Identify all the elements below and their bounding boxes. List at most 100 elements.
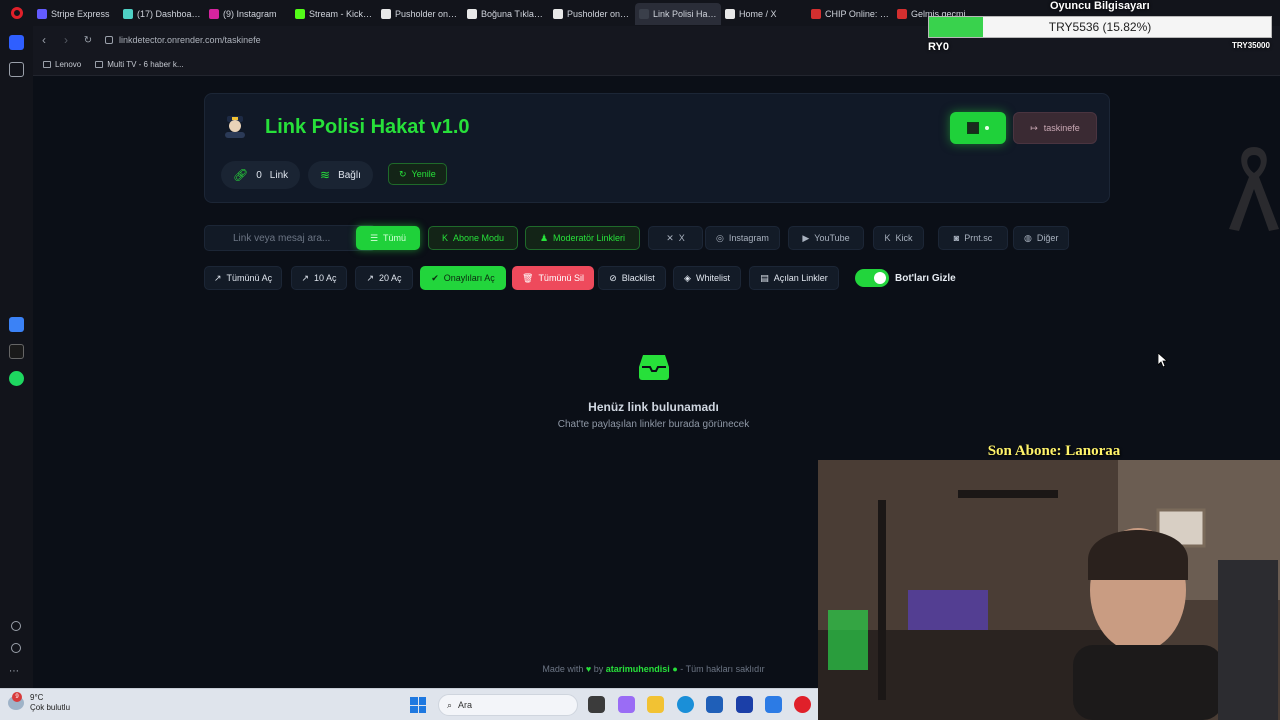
logout-icon: ↦ [1030, 122, 1038, 133]
aria-icon[interactable] [9, 317, 24, 332]
logout-button[interactable]: ↦ taskinefe [1013, 112, 1097, 144]
store-icon[interactable] [706, 696, 723, 713]
filter-instagram[interactable]: ◎ Instagram [705, 226, 780, 250]
browser-tab[interactable]: Stripe Express [33, 3, 119, 25]
webcam-feed [818, 460, 1280, 720]
avatar-button[interactable] [950, 112, 1006, 144]
bookmark-lenovo[interactable]: Lenovo [43, 60, 81, 69]
refresh-button[interactable]: ↻ Yenile [388, 163, 447, 185]
windows-start-icon[interactable] [410, 697, 426, 713]
back-button[interactable]: ‹ [33, 29, 55, 51]
action-icon: ✔ [431, 272, 439, 283]
search-input[interactable] [204, 225, 376, 251]
browser-sidebar: ⋯ [0, 26, 33, 688]
filter-moderat-r-linkleri[interactable]: ♟ Moderatör Linkleri [525, 226, 640, 250]
opera-logo-icon[interactable] [0, 0, 33, 26]
home-icon[interactable] [9, 35, 24, 50]
outlook-icon[interactable] [765, 696, 782, 713]
browser-tab[interactable]: Home / X [721, 3, 807, 25]
spotify-icon[interactable] [9, 371, 24, 386]
mouse-cursor-icon [1158, 353, 1168, 367]
filter-kick[interactable]: K Kick [873, 226, 924, 250]
tab-favicon-icon [295, 9, 305, 19]
windows-taskbar: 9 9°C Çok bulutlu ⌕ Ara [0, 688, 818, 720]
browser-tab[interactable]: Pusholder on X: "C [549, 3, 635, 25]
browser-tab[interactable]: (9) Instagram [205, 3, 291, 25]
hide-bots-toggle[interactable] [855, 269, 889, 287]
empty-state-title: Henüz link bulunamadı [588, 400, 719, 414]
empty-state-subtitle: Chat'te paylaşılan linkler burada görüne… [557, 419, 750, 430]
tab-favicon-icon [381, 9, 391, 19]
filter-icon: ☰ [369, 232, 379, 243]
action-t-m-n-a-[interactable]: ↗ Tümünü Aç [204, 266, 283, 290]
bookmark-multi-tv[interactable]: Multi TV - 6 haber k... [95, 60, 184, 69]
heart-icon: ♥ [585, 664, 592, 674]
browser-tab[interactable]: Link Polisi Hakat v1.0 [635, 3, 721, 25]
app-title: Link Polisi Hakat v1.0 [265, 116, 470, 138]
filter-abone-modu[interactable]: K Abone Modu [428, 226, 518, 250]
tab-label: Pusholder on X: "C [567, 9, 631, 19]
browser-tab[interactable]: Stream - Kick Dash [291, 3, 377, 25]
reload-button[interactable]: ↻ [77, 29, 99, 51]
browser-tab[interactable]: CHIP Online: Bilişi [807, 3, 893, 25]
filter-prnt-sc[interactable]: ◙ Prnt.sc [938, 226, 1008, 250]
heart-icon[interactable] [11, 621, 21, 631]
avatar [967, 122, 979, 134]
action-a-lan-linkler[interactable]: ▤ Açılan Linkler [749, 266, 839, 290]
forward-button[interactable]: › [55, 29, 77, 51]
footer-author-link[interactable]: atarimuhendisi [606, 664, 670, 674]
more-icon[interactable]: ⋯ [9, 666, 24, 681]
action-20-a-[interactable]: ↗ 20 Aç [355, 266, 413, 290]
file-explorer-icon[interactable] [647, 696, 664, 713]
action-t-m-n-sil[interactable]: 🗑︎ Tümünü Sil [512, 266, 594, 290]
copilot-icon[interactable] [618, 696, 635, 713]
filter-icon: ◎ [716, 232, 724, 243]
filter-label: Diğer [1036, 233, 1059, 243]
filter-label: X [678, 233, 685, 243]
weather-widget[interactable]: 9 9°C Çok bulutlu [8, 692, 70, 713]
filter-x[interactable]: ✕ X [648, 226, 703, 250]
action-icon: ↗ [366, 272, 374, 283]
filter-t-m-[interactable]: ☰ Tümü [356, 226, 420, 250]
action-onayl-lar-a-[interactable]: ✔ Onaylıları Aç [420, 266, 506, 290]
filter-di-er[interactable]: ◍ Diğer [1013, 226, 1070, 250]
filter-icon: ♟ [539, 232, 549, 243]
url-text: linkdetector.onrender.com/taskinefe [119, 35, 261, 45]
filter-youtube[interactable]: ▶ YouTube [788, 226, 864, 250]
action-10-a-[interactable]: ↗ 10 Aç [291, 266, 347, 290]
inbox-icon [639, 355, 669, 380]
action-label: 10 Aç [314, 273, 337, 283]
app-header-card: Link Polisi Hakat v1.0 🔗︎ 0 Link ≋ Bağlı… [204, 93, 1110, 203]
star-icon[interactable] [9, 62, 24, 77]
action-icon: 🗑︎ [522, 272, 534, 283]
x-app-icon[interactable] [9, 344, 24, 359]
link-count: 0 [256, 169, 262, 181]
filter-icon: K [884, 233, 891, 243]
filter-icon: ✕ [666, 232, 674, 243]
history-icon[interactable] [11, 643, 21, 653]
goal-title: Oyuncu Bilgisayarı [1050, 0, 1150, 12]
action-label: Açılan Linkler [773, 273, 828, 283]
filter-icon: K [441, 233, 448, 243]
action-blacklist[interactable]: ⊘ Blacklist [598, 266, 666, 290]
tab-favicon-icon [209, 9, 219, 19]
filter-label: YouTube [814, 233, 850, 243]
connection-status-pill: ≋ Bağlı [308, 161, 373, 189]
action-label: Tümünü Sil [538, 273, 584, 283]
footer: Made with ♥ by atarimuhendisi ● - Tüm ha… [542, 664, 765, 674]
browser-tab[interactable]: (17) Dashboard / S [119, 3, 205, 25]
cloud-icon: 9 [8, 692, 24, 710]
bookmarks-bar: Lenovo Multi TV - 6 haber k... [33, 54, 1280, 76]
notification-badge: 9 [12, 692, 22, 702]
opera-taskbar-icon[interactable] [794, 696, 811, 713]
url-field[interactable]: linkdetector.onrender.com/taskinefe [105, 35, 261, 45]
browser-tab[interactable]: Pusholder on X: "Y [377, 3, 463, 25]
taskbar-search[interactable]: ⌕ Ara [438, 694, 578, 716]
l-app-icon[interactable] [736, 696, 753, 713]
tab-label: Boğuna Tıklama or [481, 9, 545, 19]
task-view-icon[interactable] [588, 696, 605, 713]
browser-tab[interactable]: Boğuna Tıklama or [463, 3, 549, 25]
edge-icon[interactable] [677, 696, 694, 713]
tab-favicon-icon [897, 9, 907, 19]
action-whitelist[interactable]: ◈ Whitelist [673, 266, 741, 290]
